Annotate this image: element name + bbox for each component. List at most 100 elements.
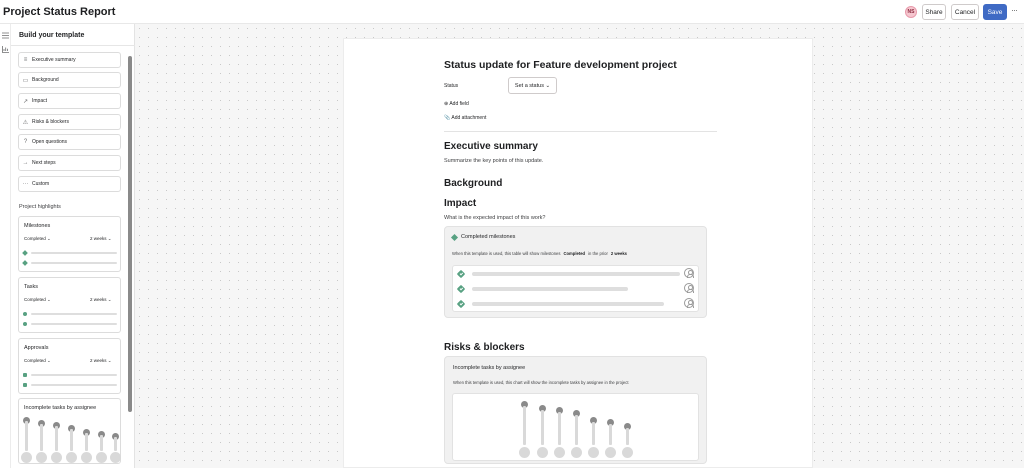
diamond-icon	[22, 250, 28, 256]
placeholder-base	[81, 452, 92, 463]
sidebar-item-next-steps[interactable]: → Next steps	[18, 155, 121, 171]
filter-value: Completed	[24, 297, 46, 302]
placeholder-base	[96, 452, 107, 463]
period-dropdown[interactable]: 2 weeks ⌄	[90, 236, 112, 242]
period-value: 2 weeks	[90, 236, 107, 241]
page-title: Project Status Report	[3, 6, 116, 18]
square-icon	[23, 373, 27, 377]
placeholder-base	[21, 452, 32, 463]
add-circle-icon: ⊕	[444, 101, 449, 107]
diamond-icon	[22, 260, 28, 266]
widget-title: Completed milestones	[461, 234, 516, 240]
desc-text: When this template is used, this table w…	[452, 251, 561, 256]
add-field-button[interactable]: ⊕ Add field	[444, 101, 469, 107]
add-field-label: Add field	[449, 101, 469, 107]
placeholder-row	[23, 372, 117, 378]
section-heading-impact[interactable]: Impact	[444, 198, 476, 209]
placeholder-bar	[472, 287, 628, 291]
avatar[interactable]: NS	[905, 6, 917, 18]
sidebar-item-label: Risks & blockers	[32, 119, 69, 125]
warning-icon: ⚠	[22, 119, 29, 126]
section-heading-risks-blockers[interactable]: Risks & blockers	[444, 342, 525, 353]
save-button[interactable]: Save	[983, 4, 1007, 20]
chevron-down-icon: ⌄	[47, 358, 51, 363]
chevron-down-icon: ⌄	[545, 82, 551, 89]
placeholder-stem	[626, 428, 629, 445]
question-icon: ?	[23, 139, 28, 145]
desc-status: Completed	[563, 251, 586, 256]
filter-value: Completed	[24, 236, 46, 241]
filter-dropdown[interactable]: Completed ⌄	[24, 358, 51, 364]
section-prompt[interactable]: What is the expected impact of this work…	[444, 215, 546, 221]
chart-icon[interactable]	[2, 46, 9, 53]
section-heading-background[interactable]: Background	[444, 178, 502, 189]
top-bar: Project Status Report NS Share Cancel Sa…	[0, 0, 1024, 24]
placeholder-base	[110, 452, 121, 463]
cancel-button[interactable]: Cancel	[951, 4, 979, 20]
sidebar-item-background[interactable]: ▭ Background	[18, 72, 121, 88]
sidebar-item-custom[interactable]: ··· Custom	[18, 176, 121, 192]
add-attachment-button[interactable]: 📎 Add attachment	[444, 115, 486, 121]
placeholder-bar	[31, 384, 117, 386]
placeholder-stem	[558, 412, 561, 445]
card-title: Incomplete tasks by assignee	[24, 405, 97, 411]
more-options-icon[interactable]: ···	[1011, 5, 1018, 15]
placeholder-stem	[523, 406, 526, 445]
sidebar-title: Build your template	[19, 32, 85, 39]
sidebar-item-risks-blockers[interactable]: ⚠ Risks & blockers	[18, 114, 121, 130]
card-title: Milestones	[24, 223, 51, 229]
paperclip-icon: 📎	[444, 115, 451, 121]
desc-text: in the prior	[588, 251, 608, 256]
dot-icon	[23, 312, 27, 316]
left-rail	[0, 24, 11, 468]
tasks-card[interactable]: Tasks Completed ⌄ 2 weeks ⌄	[18, 277, 121, 333]
desc-period: 2 weeks	[610, 251, 627, 256]
divider	[444, 131, 717, 132]
filter-dropdown[interactable]: Completed ⌄	[24, 297, 51, 303]
completed-milestones-widget[interactable]: Completed milestones When this template …	[444, 226, 707, 318]
placeholder-bar	[472, 302, 664, 306]
chevron-down-icon: ⌄	[47, 297, 51, 302]
dots-icon: ···	[22, 181, 29, 187]
incomplete-tasks-card[interactable]: Incomplete tasks by assignee	[18, 398, 121, 464]
placeholder-bar	[31, 323, 117, 325]
dot-icon	[23, 322, 27, 326]
share-button[interactable]: Share	[922, 4, 946, 20]
filter-value: Completed	[24, 358, 46, 363]
sidebar-item-executive-summary[interactable]: ≡ Executive summary	[18, 52, 121, 68]
placeholder-bar	[472, 272, 680, 276]
section-heading-executive-summary[interactable]: Executive summary	[444, 141, 538, 152]
placeholder-base	[554, 447, 565, 458]
milestones-card[interactable]: Milestones Completed ⌄ 2 weeks ⌄	[18, 216, 121, 272]
section-prompt[interactable]: Summarize the key points of this update.	[444, 158, 543, 164]
sidebar-item-label: Custom	[32, 181, 50, 187]
add-attachment-label: Add attachment	[451, 115, 487, 121]
placeholder-stem	[592, 422, 595, 445]
chevron-down-icon: ⌄	[47, 236, 51, 241]
period-dropdown[interactable]: 2 weeks ⌄	[90, 358, 112, 364]
filter-dropdown[interactable]: Completed ⌄	[24, 236, 51, 242]
incomplete-tasks-widget[interactable]: Incomplete tasks by assignee When this t…	[444, 356, 707, 464]
sidebar-item-label: Open questions	[32, 139, 68, 145]
status-dropdown[interactable]: Set a status ⌄	[508, 77, 557, 94]
placeholder-base	[36, 452, 47, 463]
placeholder-base	[622, 447, 633, 458]
square-icon	[23, 383, 27, 387]
placeholder-stem	[100, 435, 103, 451]
placeholder-stem	[55, 426, 58, 451]
sidebar-item-impact[interactable]: ↗ Impact	[18, 93, 121, 109]
diamond-icon	[450, 233, 459, 242]
sidebar-scrollbar[interactable]	[128, 56, 132, 412]
placeholder-stem	[575, 415, 578, 445]
document-title[interactable]: Status update for Feature development pr…	[444, 59, 677, 71]
sidebar-item-open-questions[interactable]: ? Open questions	[18, 134, 121, 150]
placeholder-row	[23, 321, 117, 327]
placeholder-row	[22, 260, 117, 266]
list-icon: ≡	[23, 57, 28, 63]
approvals-card[interactable]: Approvals Completed ⌄ 2 weeks ⌄	[18, 338, 121, 394]
placeholder-bar	[31, 252, 117, 254]
outline-icon[interactable]	[2, 32, 9, 39]
period-dropdown[interactable]: 2 weeks ⌄	[90, 297, 112, 303]
placeholder-stem	[541, 410, 544, 445]
status-placeholder: Set a status	[514, 82, 544, 89]
